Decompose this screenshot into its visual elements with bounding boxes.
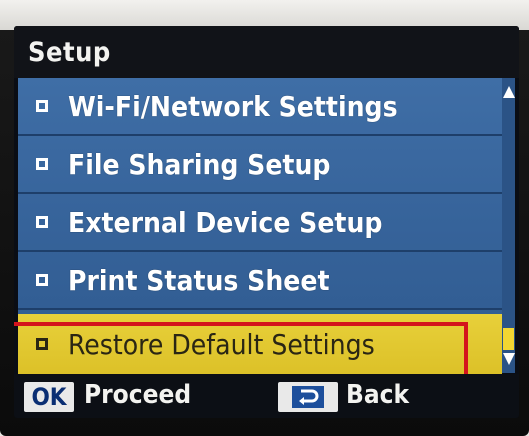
triangle-up-icon[interactable]	[503, 86, 515, 98]
square-bullet-icon	[36, 158, 48, 170]
menu-item-wifi-network-settings[interactable]: Wi-Fi/Network Settings	[18, 78, 502, 136]
menu-item-external-device-setup[interactable]: External Device Setup	[18, 194, 502, 252]
back-button[interactable]	[278, 382, 338, 412]
proceed-label: Proceed	[84, 380, 192, 410]
triangle-down-icon[interactable]	[503, 353, 515, 365]
scroll-thumb[interactable]	[503, 328, 514, 350]
return-arrow-icon	[292, 386, 324, 408]
scrollbar[interactable]	[502, 78, 515, 373]
square-bullet-icon	[36, 100, 48, 112]
settings-menu: Wi-Fi/Network Settings File Sharing Setu…	[14, 78, 515, 384]
button-hint-bar: OK Proceed Back	[14, 374, 519, 418]
menu-item-label: Wi-Fi/Network Settings	[68, 89, 398, 123]
square-bullet-icon	[36, 274, 48, 286]
back-label: Back	[346, 380, 410, 410]
menu-item-restore-default-settings[interactable]: Restore Default Settings	[18, 314, 502, 374]
ok-button[interactable]: OK	[24, 382, 74, 412]
lcd-screen: Setup Wi-Fi/Network Settings File Sharin…	[14, 26, 519, 418]
square-bullet-icon	[36, 216, 48, 228]
square-bullet-icon	[36, 338, 48, 350]
menu-item-label: External Device Setup	[68, 205, 383, 239]
menu-item-label: Restore Default Settings	[68, 327, 375, 361]
menu-item-print-status-sheet[interactable]: Print Status Sheet	[18, 252, 502, 310]
menu-item-file-sharing-setup[interactable]: File Sharing Setup	[18, 136, 502, 194]
screen-title: Setup	[14, 26, 519, 78]
menu-item-label: Print Status Sheet	[68, 263, 330, 297]
menu-item-label: File Sharing Setup	[68, 147, 331, 181]
